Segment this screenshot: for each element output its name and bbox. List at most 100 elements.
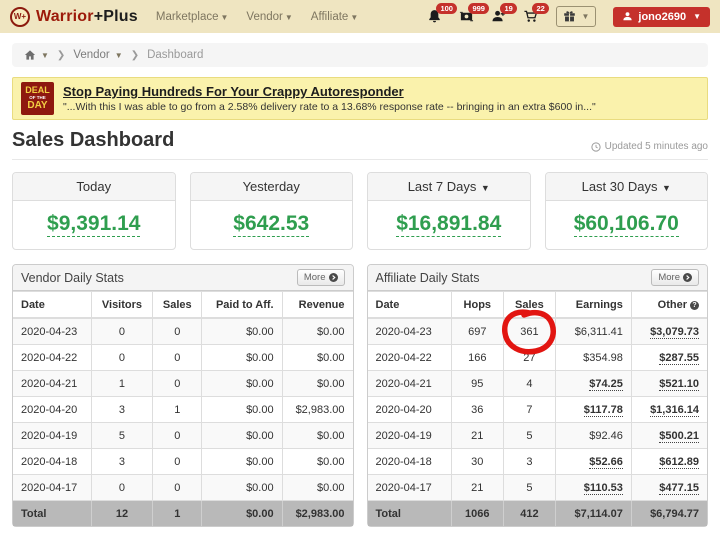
table-cell: 95 — [452, 371, 503, 397]
nav-marketplace[interactable]: Marketplace▼ — [156, 11, 229, 23]
tooltip-value[interactable]: $1,316.14 — [650, 404, 699, 417]
tooltip-value[interactable]: $52.66 — [589, 456, 623, 469]
table-cell: 0 — [153, 345, 202, 371]
table-cell: $521.10 — [631, 371, 707, 397]
table-cell: 2020-04-20 — [13, 397, 91, 423]
stat-card-label[interactable]: Last 30 Days ▼ — [546, 173, 708, 201]
chevron-down-icon: ▼ — [115, 51, 123, 60]
table-cell: $110.53 — [556, 475, 632, 501]
table-cell: $0.00 — [282, 475, 352, 501]
table-cell: $92.46 — [556, 423, 632, 449]
breadcrumb-separator: ❯ — [131, 50, 139, 61]
column-header: Date — [368, 292, 452, 319]
table-cell: Total — [13, 501, 91, 527]
stat-card-value[interactable]: $642.53 — [233, 212, 309, 237]
table-cell: $0.00 — [282, 423, 352, 449]
tooltip-value[interactable]: $612.89 — [659, 456, 699, 469]
table-row: 2020-04-2031$0.00$2,983.00 — [13, 397, 353, 423]
tooltip-value[interactable]: $3,079.73 — [650, 326, 699, 339]
table-cell: $52.66 — [556, 449, 632, 475]
affiliate-panel-header: Affiliate Daily Stats More — [368, 265, 708, 291]
stat-card: Last 7 Days ▼ $16,891.84 — [367, 172, 531, 250]
table-cell: $0.00 — [282, 318, 352, 345]
affiliate-daily-stats-table: DateHopsSalesEarningsOther?2020-04-23697… — [368, 291, 708, 526]
table-cell: $477.15 — [631, 475, 707, 501]
table-cell: $500.21 — [631, 423, 707, 449]
table-row: 2020-04-1950$0.00$0.00 — [13, 423, 353, 449]
user-menu-button[interactable]: jono2690 ▼ — [613, 7, 710, 27]
stat-card-body: $642.53 — [191, 201, 353, 249]
nav-affiliate[interactable]: Affiliate▼ — [311, 11, 358, 23]
table-cell: 0 — [91, 318, 152, 345]
table-header-row: DateVisitorsSalesPaid to Aff.Revenue — [13, 292, 353, 319]
tooltip-value[interactable]: $74.25 — [589, 378, 623, 391]
tooltip-value[interactable]: $500.21 — [659, 430, 699, 443]
table-cell: 0 — [153, 371, 202, 397]
offers-menu-button[interactable]: ▼ — [556, 6, 596, 27]
table-cell: $0.00 — [202, 318, 282, 345]
circle-arrow-icon — [683, 273, 692, 282]
breadcrumb-home[interactable]: ▼ — [24, 49, 49, 61]
stat-card-value[interactable]: $60,106.70 — [574, 212, 679, 237]
vendor-daily-stats-panel: Vendor Daily Stats More DateVisitorsSale… — [12, 264, 354, 527]
table-cell: 2020-04-17 — [13, 475, 91, 501]
tooltip-value[interactable]: $521.10 — [659, 378, 699, 391]
table-cell: 0 — [153, 318, 202, 345]
table-cell: 3 — [503, 449, 556, 475]
table-cell: 7 — [503, 397, 556, 423]
tooltip-value[interactable]: $117.78 — [584, 404, 623, 417]
table-cell: 5 — [503, 423, 556, 449]
table-cell: $6,794.77 — [631, 501, 707, 527]
chevron-down-icon: ▼ — [350, 13, 358, 22]
home-icon — [24, 49, 36, 61]
navbar-actions: 100 999 19 22 ▼ jono2690 ▼ — [427, 6, 710, 27]
table-cell: $0.00 — [202, 423, 282, 449]
table-cell: 1 — [91, 371, 152, 397]
column-header: Sales — [153, 292, 202, 319]
affiliate-more-button[interactable]: More — [651, 269, 699, 286]
table-cell: $74.25 — [556, 371, 632, 397]
stat-card-value[interactable]: $9,391.14 — [47, 212, 140, 237]
table-header-row: DateHopsSalesEarningsOther? — [368, 292, 708, 319]
cart-button[interactable]: 22 — [523, 9, 539, 24]
table-cell: 1066 — [452, 501, 503, 527]
breadcrumb-vendor[interactable]: Vendor▼ — [73, 49, 122, 61]
table-cell: 1 — [153, 397, 202, 423]
chevron-down-icon: ▼ — [659, 183, 670, 193]
tooltip-value[interactable]: $287.55 — [659, 352, 699, 365]
table-row: 2020-04-18303$52.66$612.89 — [368, 449, 708, 475]
column-header: Hops — [452, 292, 503, 319]
tooltip-value[interactable]: $477.15 — [659, 482, 699, 495]
stat-card-body: $60,106.70 — [546, 201, 708, 249]
sales-count-badge: 999 — [468, 3, 489, 14]
tooltip-value[interactable]: $110.53 — [584, 482, 623, 495]
vendor-more-button[interactable]: More — [297, 269, 345, 286]
notifications-bell-button[interactable]: 100 — [427, 9, 442, 24]
table-total-row: Total121$0.00$2,983.00 — [13, 501, 353, 527]
table-row: 2020-04-1700$0.00$0.00 — [13, 475, 353, 501]
table-cell: 2020-04-20 — [368, 397, 452, 423]
column-header: Visitors — [91, 292, 152, 319]
table-cell: $6,311.41 — [556, 318, 632, 345]
table-row: 2020-04-21954$74.25$521.10 — [368, 371, 708, 397]
username: jono2690 — [638, 11, 686, 23]
table-cell: 27 — [503, 345, 556, 371]
brand-title-plus: +Plus — [94, 8, 138, 25]
table-cell: $0.00 — [202, 371, 282, 397]
sales-activity-button[interactable]: 999 — [459, 9, 474, 24]
table-cell: 3 — [91, 397, 152, 423]
stat-card: Today$9,391.14 — [12, 172, 176, 250]
stat-card-value[interactable]: $16,891.84 — [396, 212, 501, 237]
help-icon[interactable]: ? — [690, 301, 699, 310]
table-cell: 36 — [452, 397, 503, 423]
deal-title-link[interactable]: Stop Paying Hundreds For Your Crappy Aut… — [63, 84, 596, 99]
table-cell: 4 — [503, 371, 556, 397]
table-cell: $0.00 — [202, 475, 282, 501]
table-cell: 1 — [153, 501, 202, 527]
deal-of-the-day-badge[interactable]: DEAL OF THE DAY — [21, 82, 54, 115]
table-cell: 2020-04-18 — [368, 449, 452, 475]
stat-card-label[interactable]: Last 7 Days ▼ — [368, 173, 530, 201]
brand-logo-link[interactable]: W+ Warrior+Plus — [10, 7, 138, 27]
affiliate-requests-button[interactable]: 19 — [491, 9, 506, 24]
nav-vendor[interactable]: Vendor▼ — [246, 11, 292, 23]
